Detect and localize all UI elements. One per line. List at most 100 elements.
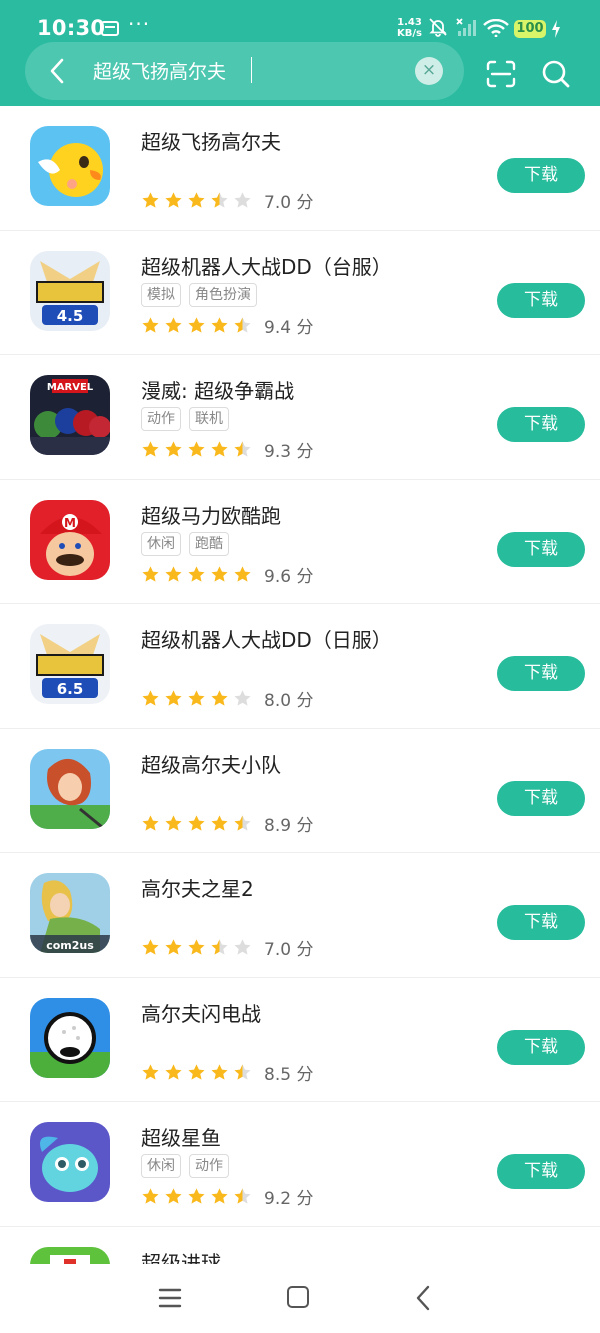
star-full-icon <box>234 565 251 582</box>
star-full-icon <box>211 565 228 582</box>
star-full-icon <box>165 441 182 457</box>
score-text: 7.0 分 <box>264 940 314 960</box>
star-full-icon <box>188 1188 205 1204</box>
star-full-icon <box>142 1063 159 1080</box>
star-full-icon <box>142 939 159 955</box>
star-fish-icon <box>30 1122 110 1202</box>
rating: 8.5 分 <box>141 1060 313 1085</box>
clear-search-button[interactable]: × <box>415 57 443 85</box>
svg-text:6.5: 6.5 <box>57 680 84 698</box>
score-text: 8.0 分 <box>264 691 314 711</box>
genre-tag[interactable]: 休闲 <box>141 1154 181 1178</box>
search-box[interactable]: 超级飞扬高尔夫 × <box>25 42 464 100</box>
search-icon[interactable] <box>541 59 571 89</box>
score-text: 9.2 分 <box>264 1189 314 1209</box>
golf-ball-icon <box>30 997 110 1078</box>
scan-icon[interactable] <box>486 60 516 88</box>
back-arrow-icon[interactable] <box>45 57 71 85</box>
search-input[interactable]: 超级飞扬高尔夫 <box>93 57 226 84</box>
list-item[interactable]: 超级飞扬高尔夫 7.0 分 下载 <box>0 106 600 231</box>
download-button[interactable]: 下载 <box>497 656 585 691</box>
star-full-icon <box>165 1188 182 1204</box>
download-button[interactable]: 下载 <box>497 282 585 318</box>
star-half-icon <box>234 1063 251 1080</box>
star-full-icon <box>188 939 205 955</box>
star-full-icon <box>211 814 228 831</box>
star-full-icon <box>211 690 228 706</box>
download-button[interactable]: 下载 <box>497 158 585 193</box>
star-full-icon <box>211 1188 228 1204</box>
download-button[interactable]: 下载 <box>497 780 585 816</box>
list-item[interactable]: M 超级马力欧酷跑 休闲 跑酷 9.6 分 下载 <box>0 480 600 604</box>
list-item[interactable]: 6.5 超级机器人大战DD（日服） 8.0 分 下载 <box>0 604 600 729</box>
list-item[interactable]: 4.5 超级机器人大战DD（台服） 模拟 角色扮演 9.4 分 下载 <box>0 231 600 355</box>
score-text: 8.9 分 <box>264 815 314 836</box>
star-half-icon <box>234 316 251 333</box>
genre-tag[interactable]: 动作 <box>141 407 181 431</box>
list-item[interactable]: MARVEL 漫威: 超级争霸战 动作 联机 9.3 分 下载 <box>0 355 600 480</box>
app-title: 高尔夫之星2 <box>141 877 254 901</box>
genre-tag[interactable]: 角色扮演 <box>189 282 257 307</box>
charging-icon <box>552 20 560 38</box>
app-title: 超级星鱼 <box>141 1126 221 1150</box>
download-button[interactable]: 下载 <box>497 531 585 567</box>
download-button[interactable]: 下载 <box>497 1154 585 1189</box>
download-button[interactable]: 下载 <box>497 407 585 442</box>
text-cursor <box>251 57 252 83</box>
score-text: 9.4 分 <box>264 317 314 338</box>
list-item[interactable]: 高尔夫闪电战 8.5 分 下载 <box>0 978 600 1102</box>
svg-text:4.5: 4.5 <box>57 307 84 325</box>
score-text: 9.3 分 <box>264 442 314 462</box>
mario-icon: M <box>30 499 110 580</box>
star-full-icon <box>142 814 159 831</box>
list-item[interactable]: 超级星鱼 休闲 动作 9.2 分 下载 <box>0 1102 600 1227</box>
yellow-bird-icon <box>30 126 110 206</box>
recent-apps-icon[interactable] <box>158 1287 182 1309</box>
star-empty-icon <box>234 690 251 706</box>
star-full-icon <box>211 316 228 333</box>
genre-tag[interactable]: 动作 <box>189 1154 229 1178</box>
star-full-icon <box>188 441 205 457</box>
download-button[interactable]: 下载 <box>497 1029 585 1065</box>
score-text: 7.0 分 <box>264 193 314 213</box>
rating: 8.0 分 <box>141 686 314 711</box>
star-full-icon <box>165 316 182 333</box>
download-button[interactable]: 下载 <box>497 905 585 940</box>
no-signal-icon <box>456 18 476 36</box>
genre-tag[interactable]: 跑酷 <box>189 531 229 556</box>
star-full-icon <box>165 565 182 582</box>
star-full-icon <box>142 565 159 582</box>
app-title: 超级机器人大战DD（日服） <box>141 628 392 652</box>
mute-bell-icon <box>429 18 447 37</box>
app-title: 超级飞扬高尔夫 <box>141 130 281 154</box>
star-full-icon <box>188 690 205 706</box>
genre-tag[interactable]: 联机 <box>189 407 229 431</box>
app-title: 超级马力欧酷跑 <box>141 503 281 528</box>
back-icon[interactable] <box>415 1285 431 1311</box>
star-full-icon <box>165 690 182 706</box>
rating: 9.2 分 <box>141 1184 314 1209</box>
star-full-icon <box>188 565 205 582</box>
message-notification-icon <box>101 21 119 36</box>
list-item[interactable]: com2us 高尔夫之星2 7.0 分 下载 <box>0 853 600 978</box>
status-time: 10:30 <box>37 16 106 40</box>
star-empty-icon <box>234 939 251 955</box>
star-half-icon <box>211 192 228 208</box>
home-icon[interactable] <box>287 1286 309 1308</box>
app-title: 高尔夫闪电战 <box>141 1001 261 1026</box>
tag-list: 休闲 跑酷 <box>141 531 237 556</box>
marvel-heroes-icon: MARVEL <box>30 375 110 455</box>
star-full-icon <box>165 939 182 955</box>
star-full-icon <box>211 441 228 457</box>
list-item[interactable]: 超级进球 <box>0 1227 600 1264</box>
star-full-icon <box>188 814 205 831</box>
star-empty-icon <box>234 192 251 208</box>
star-full-icon <box>188 316 205 333</box>
star-half-icon <box>211 939 228 955</box>
network-speed: 1.43 KB/s <box>397 17 422 39</box>
rating: 9.3 分 <box>141 437 314 462</box>
genre-tag[interactable]: 模拟 <box>141 282 181 307</box>
genre-tag[interactable]: 休闲 <box>141 531 181 556</box>
robot-wars-dd-icon: 4.5 <box>30 250 110 331</box>
list-item[interactable]: 超级高尔夫小队 8.9 分 下载 <box>0 729 600 853</box>
